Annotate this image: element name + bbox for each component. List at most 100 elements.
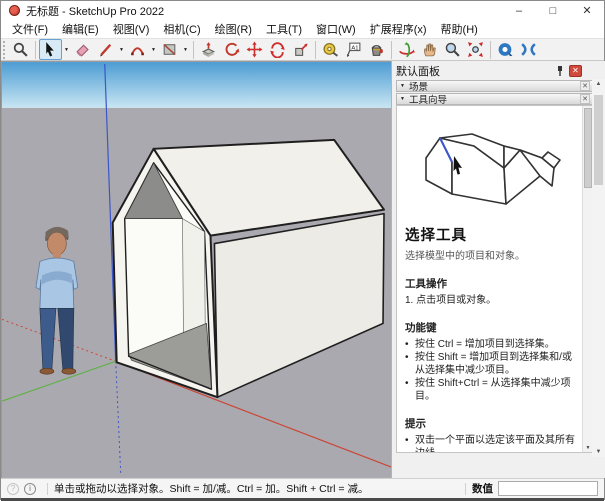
section-close-icon[interactable]: ✕ bbox=[580, 94, 590, 104]
push-pull-icon bbox=[200, 41, 217, 58]
rotate-tool-button[interactable] bbox=[266, 39, 289, 60]
instructor-modifiers-section: 功能键 •按住 Ctrl = 增加项目到选择集。 •按住 Shift = 增加项… bbox=[405, 320, 578, 403]
default-tray-panel: 默认面板 ✕ ▼ 场景 ✕ ▼ 工具向导 ✕ bbox=[391, 61, 605, 478]
zoom-extents-button[interactable] bbox=[464, 39, 487, 60]
scale-icon bbox=[292, 41, 309, 58]
getting-started-toolbar: ▼ ▼ ▼ ▼ A1 bbox=[1, 38, 604, 61]
zoom-icon bbox=[444, 41, 461, 58]
rectangle-icon bbox=[161, 41, 178, 58]
modifier-item: •按住 Ctrl = 增加项目到选择集。 bbox=[405, 338, 578, 351]
tape-measure-icon bbox=[322, 41, 339, 58]
tray-section-scenes[interactable]: ▼ 场景 ✕ bbox=[396, 80, 594, 92]
menu-draw[interactable]: 绘图(R) bbox=[208, 19, 259, 39]
measurements-label: 数值 bbox=[472, 481, 493, 496]
line-dropdown-arrow[interactable]: ▼ bbox=[117, 39, 126, 60]
menu-extensions[interactable]: 扩展程序(x) bbox=[363, 19, 434, 39]
follow-me-tool-button[interactable] bbox=[220, 39, 243, 60]
section-arrow-icon: ▼ bbox=[400, 96, 405, 102]
measurements-box: 数值 bbox=[459, 481, 598, 496]
tray-title: 默认面板 bbox=[396, 63, 440, 79]
orbit-tool-button[interactable] bbox=[395, 39, 418, 60]
tray-section-instructor[interactable]: ▼ 工具向导 ✕ bbox=[396, 93, 594, 105]
tray-scrollbar[interactable]: ▲ ▼ bbox=[592, 79, 605, 457]
window-title: 无标题 - SketchUp Pro 2022 bbox=[26, 3, 164, 19]
pencil-line-icon bbox=[97, 41, 114, 58]
close-button[interactable]: ✕ bbox=[570, 1, 604, 20]
paint-bucket-icon bbox=[368, 41, 385, 58]
section-close-icon[interactable]: ✕ bbox=[580, 81, 590, 91]
tray-header: 默认面板 ✕ bbox=[396, 63, 582, 78]
search-tool-button[interactable] bbox=[9, 39, 32, 60]
instructor-title: 选择工具 bbox=[405, 224, 578, 245]
pan-hand-icon bbox=[421, 41, 438, 58]
tips-heading: 提示 bbox=[405, 416, 578, 431]
pan-tool-button[interactable] bbox=[418, 39, 441, 60]
extension-warehouse-icon bbox=[520, 41, 537, 58]
toolbar-grip[interactable] bbox=[3, 41, 7, 59]
rectangle-tool-button[interactable] bbox=[158, 39, 181, 60]
zoom-tool-button[interactable] bbox=[441, 39, 464, 60]
menu-bar: 文件(F) 编辑(E) 视图(V) 相机(C) 绘图(R) 工具(T) 窗口(W… bbox=[1, 20, 604, 38]
scroll-down-icon[interactable]: ▼ bbox=[592, 449, 605, 455]
sketchup-window: { "window": { "title": "无标题 - SketchUp P… bbox=[0, 0, 605, 500]
menu-window[interactable]: 窗口(W) bbox=[309, 19, 363, 39]
move-icon bbox=[246, 41, 263, 58]
modifiers-heading: 功能键 bbox=[405, 320, 578, 335]
arc-icon bbox=[129, 41, 146, 58]
text-label-icon: A1 bbox=[345, 41, 362, 58]
menu-edit[interactable]: 编辑(E) bbox=[55, 19, 106, 39]
move-tool-button[interactable] bbox=[243, 39, 266, 60]
rotate-icon bbox=[269, 41, 286, 58]
instructor-subtitle: 选择模型中的项目和对象。 bbox=[405, 247, 578, 262]
geolocation-icon[interactable]: ? bbox=[7, 483, 19, 495]
select-dropdown-arrow[interactable]: ▼ bbox=[62, 39, 71, 60]
tape-measure-tool-button[interactable] bbox=[319, 39, 342, 60]
statusbar-separator bbox=[465, 483, 466, 495]
extension-warehouse-button[interactable] bbox=[517, 39, 540, 60]
scrollbar-thumb[interactable] bbox=[594, 95, 603, 185]
scrollbar-thumb[interactable] bbox=[584, 108, 592, 188]
menu-tools[interactable]: 工具(T) bbox=[259, 19, 309, 39]
scroll-up-icon[interactable]: ▲ bbox=[592, 81, 605, 87]
sketchup-logo-icon bbox=[9, 5, 20, 16]
maximize-button[interactable]: □ bbox=[536, 1, 570, 20]
minimize-button[interactable]: – bbox=[502, 1, 536, 20]
pin-icon[interactable] bbox=[555, 65, 565, 77]
3d-warehouse-icon bbox=[497, 41, 514, 58]
toolbar-separator bbox=[35, 41, 36, 59]
toolbar-separator bbox=[315, 41, 316, 59]
menu-file[interactable]: 文件(F) bbox=[5, 19, 55, 39]
instructor-house-illustration bbox=[412, 116, 572, 214]
push-pull-tool-button[interactable] bbox=[197, 39, 220, 60]
tray-close-button[interactable]: ✕ bbox=[569, 65, 582, 77]
modifier-item: •按住 Shift = 增加项目到选择集和/或从选择集中减少项目。 bbox=[405, 351, 578, 377]
warehouse-button[interactable] bbox=[494, 39, 517, 60]
text-icon-label: A1 bbox=[351, 46, 358, 52]
measurements-input[interactable] bbox=[498, 481, 598, 496]
title-bar: 无标题 - SketchUp Pro 2022 – □ ✕ bbox=[1, 1, 604, 20]
select-tool-button[interactable] bbox=[39, 39, 62, 60]
instructor-content: 选择工具 选择模型中的项目和对象。 工具操作 1. 点击项目或对象。 功能键 •… bbox=[397, 106, 582, 452]
arc-dropdown-arrow[interactable]: ▼ bbox=[149, 39, 158, 60]
section-arrow-icon: ▼ bbox=[400, 83, 405, 89]
paint-bucket-tool-button[interactable] bbox=[365, 39, 388, 60]
eraser-tool-button[interactable] bbox=[71, 39, 94, 60]
instructor-operation-section: 工具操作 1. 点击项目或对象。 bbox=[405, 276, 578, 307]
orbit-icon bbox=[398, 41, 415, 58]
instructor-panel: 选择工具 选择模型中的项目和对象。 工具操作 1. 点击项目或对象。 功能键 •… bbox=[396, 105, 594, 453]
line-tool-button[interactable] bbox=[94, 39, 117, 60]
instructor-tips-section: 提示 •双击一个平面以选定该平面及其所有边线。 •双击一条边线以选定该边线及与其… bbox=[405, 416, 578, 452]
scale-tool-button[interactable] bbox=[289, 39, 312, 60]
tip-item: •双击一个平面以选定该平面及其所有边线。 bbox=[405, 434, 578, 452]
menu-camera[interactable]: 相机(C) bbox=[156, 19, 207, 39]
model-viewport[interactable] bbox=[1, 61, 391, 478]
menu-help[interactable]: 帮助(H) bbox=[434, 19, 485, 39]
menu-view[interactable]: 视图(V) bbox=[106, 19, 157, 39]
statusbar-separator bbox=[47, 483, 48, 495]
rectangle-dropdown-arrow[interactable]: ▼ bbox=[181, 39, 190, 60]
arc-tool-button[interactable] bbox=[126, 39, 149, 60]
eraser-icon bbox=[74, 41, 91, 58]
sky-background bbox=[2, 62, 391, 108]
text-tool-button[interactable]: A1 bbox=[342, 39, 365, 60]
info-icon[interactable]: i bbox=[24, 483, 36, 495]
